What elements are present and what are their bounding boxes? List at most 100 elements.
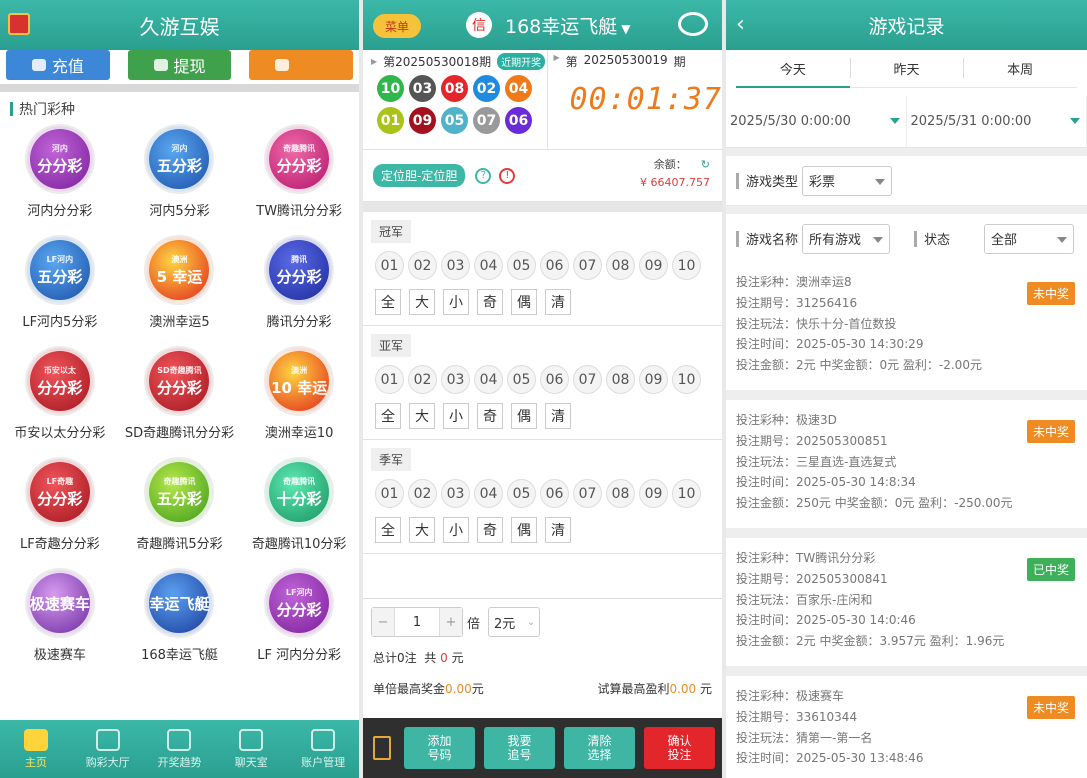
tab-today[interactable]: 今天 [736, 50, 850, 88]
confirm-bet-button[interactable]: 确认 投注 [644, 727, 715, 769]
game-item[interactable]: 腾讯 分分彩 腾讯分分彩 [239, 237, 359, 330]
date-to-field[interactable]: 2025/5/31 0:00:00 [907, 96, 1087, 147]
game-item[interactable]: 奇趣腾讯 分分彩 TW腾讯分分彩 [239, 126, 359, 219]
quick-select-button[interactable]: 奇 [477, 289, 503, 315]
quick-select-button[interactable]: 小 [443, 289, 469, 315]
tab-yesterday[interactable]: 昨天 [849, 50, 964, 87]
number-ball[interactable]: 04 [474, 365, 503, 394]
number-ball[interactable]: 06 [540, 365, 569, 394]
tab-trends[interactable]: 开奖趋势 [144, 720, 216, 778]
number-ball[interactable]: 09 [639, 251, 668, 280]
number-ball[interactable]: 03 [441, 365, 470, 394]
number-ball[interactable]: 06 [540, 251, 569, 280]
quick-select-button[interactable]: 清 [545, 517, 571, 543]
quick-select-button[interactable]: 偶 [511, 403, 537, 429]
record-card[interactable]: 投注彩种：极速赛车 投注期号：33610344 投注玩法：猜第一-第一名 投注时间：2… [726, 676, 1087, 778]
number-ball[interactable]: 02 [408, 479, 437, 508]
number-ball[interactable]: 01 [375, 479, 404, 508]
tab-account[interactable]: 账户管理 [287, 720, 359, 778]
quick-select-button[interactable]: 清 [545, 289, 571, 315]
tab-chat[interactable]: 聊天室 [215, 720, 287, 778]
game-item[interactable]: LF河内 分分彩 LF 河内分分彩 [239, 570, 359, 663]
back-icon[interactable]: ‹ [736, 12, 745, 37]
number-ball[interactable]: 05 [507, 479, 536, 508]
multiplier-value[interactable]: 1 [394, 608, 440, 636]
quantity-stepper[interactable]: −1 + [371, 607, 463, 637]
quick-select-button[interactable]: 全 [375, 403, 401, 429]
quick-select-button[interactable]: 清 [545, 403, 571, 429]
quick-select-button[interactable]: 小 [443, 403, 469, 429]
eye-icon[interactable] [678, 12, 708, 36]
help-icon[interactable]: ? [475, 167, 492, 184]
quick-select-button[interactable]: 大 [409, 403, 435, 429]
number-ball[interactable]: 02 [408, 251, 437, 280]
quick-select-button[interactable]: 大 [409, 289, 435, 315]
number-ball[interactable]: 03 [441, 251, 470, 280]
number-ball[interactable]: 05 [507, 251, 536, 280]
number-ball[interactable]: 03 [441, 479, 470, 508]
number-ball[interactable]: 04 [474, 251, 503, 280]
game-item[interactable]: LF奇趣 分分彩 LF奇趣分分彩 [0, 459, 120, 552]
transfer-button[interactable]: 转账 [249, 50, 354, 80]
game-item[interactable]: SD奇趣腾讯 分分彩 SD奇趣腾讯分分彩 [120, 348, 240, 441]
tab-lottery-hall[interactable]: 购彩大厅 [72, 720, 144, 778]
minus-button[interactable]: − [372, 608, 394, 636]
quick-select-button[interactable]: 奇 [477, 517, 503, 543]
record-card[interactable]: 投注彩种：澳洲幸运8 投注期号：31256416 投注玩法：快乐十分-首位数投 投注时… [726, 262, 1087, 390]
quick-select-button[interactable]: 小 [443, 517, 469, 543]
game-title[interactable]: 168幸运飞艇 ▼ [505, 12, 631, 39]
number-ball[interactable]: 01 [375, 365, 404, 394]
number-ball[interactable]: 04 [474, 479, 503, 508]
number-ball[interactable]: 07 [573, 479, 602, 508]
menu-button[interactable]: 菜单 [373, 14, 421, 38]
game-item[interactable]: 幸运飞艇 168幸运飞艇 [120, 570, 240, 663]
game-item[interactable]: 河内 分分彩 河内分分彩 [0, 126, 120, 219]
clear-selection-button[interactable]: 清除 选择 [564, 727, 635, 769]
number-ball[interactable]: 10 [672, 479, 701, 508]
plus-button[interactable]: + [440, 608, 462, 636]
number-ball[interactable]: 01 [375, 251, 404, 280]
record-card[interactable]: 投注彩种：极速3D 投注期号：202505300851 投注玩法：三星直选-直选复式… [726, 400, 1087, 528]
number-ball[interactable]: 08 [606, 365, 635, 394]
game-item[interactable]: LF河内 五分彩 LF河内5分彩 [0, 237, 120, 330]
record-card[interactable]: 投注彩种：TW腾讯分分彩 投注期号：202505300841 投注玩法：百家乐-庄闲… [726, 538, 1087, 666]
number-ball[interactable]: 02 [408, 365, 437, 394]
withdraw-button[interactable]: 提现 [127, 50, 232, 80]
game-item[interactable]: 币安以太 分分彩 币安以太分分彩 [0, 348, 120, 441]
play-type-button[interactable]: 定位胆-定位胆 [373, 164, 466, 187]
unit-select[interactable]: 2元 ⌄ [488, 607, 541, 637]
chase-button[interactable]: 我要 追号 [484, 727, 555, 769]
status-select[interactable]: 全部 [984, 223, 1075, 254]
warning-icon[interactable]: ! [499, 167, 516, 184]
number-ball[interactable]: 05 [507, 365, 536, 394]
add-numbers-button[interactable]: 添加 号码 [404, 727, 475, 769]
deposit-button[interactable]: 充值 [6, 50, 110, 80]
date-from-field[interactable]: 2025/5/30 0:00:00 [726, 96, 907, 147]
game-item[interactable]: 奇趣腾讯 五分彩 奇趣腾讯5分彩 [120, 459, 240, 552]
document-icon[interactable] [373, 736, 391, 760]
game-item[interactable]: 河内 五分彩 河内5分彩 [120, 126, 240, 219]
quick-select-button[interactable]: 全 [375, 517, 401, 543]
number-ball[interactable]: 07 [573, 365, 602, 394]
number-ball[interactable]: 08 [606, 479, 635, 508]
number-ball[interactable]: 10 [672, 251, 701, 280]
quick-select-button[interactable]: 奇 [477, 403, 503, 429]
number-ball[interactable]: 09 [639, 479, 668, 508]
number-ball[interactable]: 07 [573, 251, 602, 280]
game-item[interactable]: 澳洲 10 幸运 澳洲幸运10 [239, 348, 359, 441]
number-ball[interactable]: 09 [639, 365, 668, 394]
quick-select-button[interactable]: 大 [409, 517, 435, 543]
game-item[interactable]: 奇趣腾讯 十分彩 奇趣腾讯10分彩 [239, 459, 359, 552]
tab-home[interactable]: 主页 [0, 720, 72, 778]
number-ball[interactable]: 10 [672, 365, 701, 394]
refresh-icon[interactable]: ↻ [701, 158, 710, 171]
game-item[interactable]: 澳洲 5 幸运 澳洲幸运5 [120, 237, 240, 330]
recent-draws-button[interactable]: 近期开奖 [497, 53, 546, 70]
number-ball[interactable]: 06 [540, 479, 569, 508]
quick-select-button[interactable]: 偶 [511, 289, 537, 315]
name-select[interactable]: 所有游戏 [802, 223, 891, 254]
quick-select-button[interactable]: 偶 [511, 517, 537, 543]
game-item[interactable]: 极速赛车 极速赛车 [0, 570, 120, 663]
type-select[interactable]: 彩票 [802, 165, 893, 196]
number-ball[interactable]: 08 [606, 251, 635, 280]
